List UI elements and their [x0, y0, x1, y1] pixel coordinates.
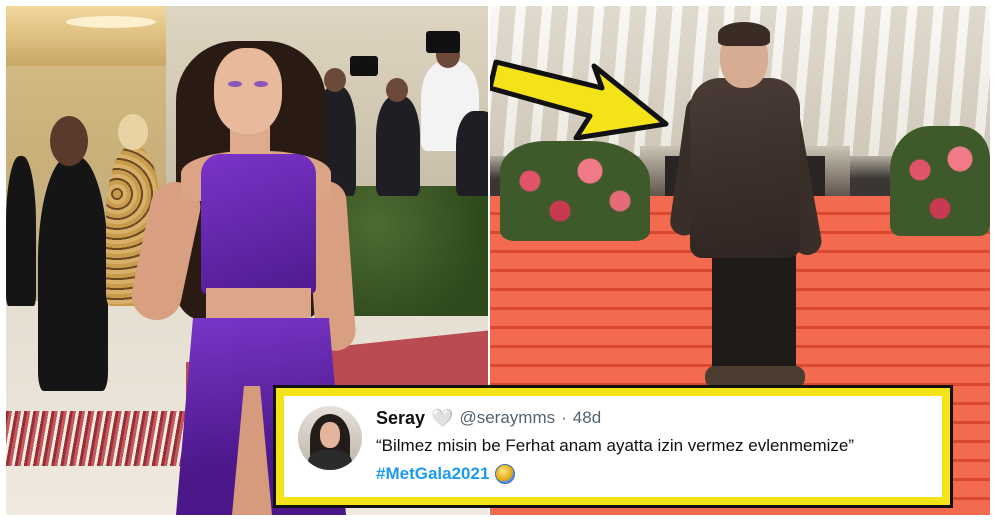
user-handle[interactable]: @seraymms — [459, 408, 555, 428]
separator-dot: · — [561, 408, 567, 427]
guest-black-dress — [38, 156, 108, 391]
hoodie — [690, 78, 800, 258]
profile-avatar[interactable] — [298, 406, 362, 470]
disco-ball-icon — [495, 464, 516, 484]
eye — [254, 81, 268, 87]
yellow-arrow-icon — [490, 59, 669, 140]
display-name[interactable]: Seray — [376, 408, 425, 429]
photographer-head — [324, 68, 346, 92]
flower-arrangement — [890, 126, 990, 236]
photographer — [376, 96, 420, 196]
avatar-face — [320, 422, 340, 448]
hashtag-row: #MetGala2021 — [376, 464, 516, 484]
guest-head — [118, 114, 148, 150]
red-fringe-train — [6, 411, 186, 466]
flower-arrangement — [500, 141, 650, 241]
hashtag-link[interactable]: #MetGala2021 — [376, 464, 489, 484]
eye — [228, 81, 242, 87]
photographer — [456, 111, 488, 196]
guest — [6, 156, 36, 306]
tweet-header: Seray 🤍 @seraymms · 48d — [376, 406, 601, 430]
tweet-text: “Bilmez misin be Ferhat anam ayatta izin… — [376, 436, 855, 455]
photographer-head — [386, 78, 408, 102]
camera-icon — [350, 56, 378, 76]
avatar-body — [308, 450, 352, 470]
purple-crop-top — [201, 154, 316, 294]
white-heart-icon: 🤍 — [431, 408, 454, 428]
legs — [712, 251, 796, 371]
guest-head — [50, 116, 88, 166]
hair — [718, 22, 770, 46]
shoes — [705, 366, 805, 388]
face — [214, 48, 282, 134]
tweet-timestamp[interactable]: 48d — [573, 408, 601, 428]
tweet-card[interactable]: Seray 🤍 @seraymms · 48d “Bilmez misin be… — [276, 388, 950, 505]
ceiling-light — [66, 16, 156, 28]
photographers-group — [306, 26, 488, 196]
ceiling — [6, 6, 176, 66]
camera-icon — [426, 31, 460, 53]
